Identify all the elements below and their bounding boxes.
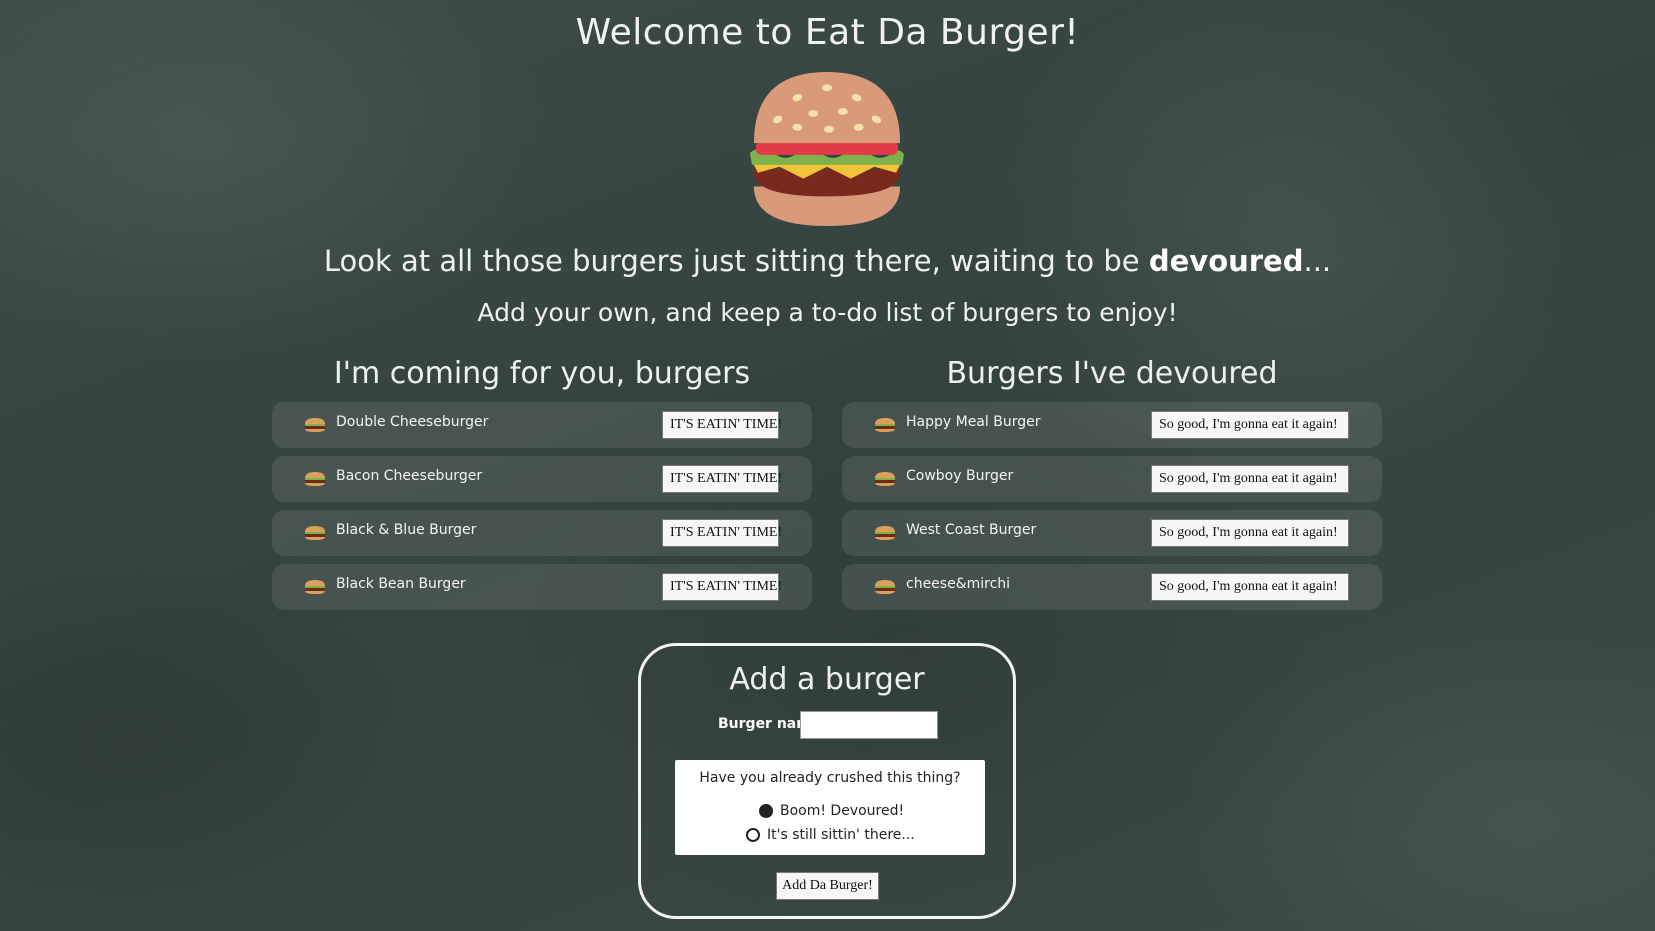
burger-icon <box>875 418 895 432</box>
burger-item: Bacon Cheeseburger IT'S EATIN' TIME! <box>272 456 812 502</box>
eat-again-button[interactable]: So good, I'm gonna eat it again! <box>1151 519 1349 547</box>
devoured-question: Have you already crushed this thing? <box>699 770 961 786</box>
radio-option-waiting[interactable]: It's still sittin' there... <box>746 825 915 845</box>
page: Welcome to Eat Da Burger! Look at all th… <box>0 0 1655 931</box>
radio-option-devoured[interactable]: Boom! Devoured! <box>759 801 904 821</box>
burger-item: West Coast Burger So good, I'm gonna eat… <box>842 510 1382 556</box>
eat-button[interactable]: IT'S EATIN' TIME! <box>662 573 782 601</box>
burger-item: Black Bean Burger IT'S EATIN' TIME! <box>272 564 812 610</box>
subtitle: Add your own, and keep a to-do list of b… <box>477 298 1178 327</box>
eat-again-button[interactable]: So good, I'm gonna eat it again! <box>1151 411 1349 439</box>
burger-icon <box>305 580 325 594</box>
eat-again-button[interactable]: So good, I'm gonna eat it again! <box>1151 465 1349 493</box>
radio-label-devoured: Boom! Devoured! <box>780 803 905 819</box>
lead-prefix: Look at all those burgers just sitting t… <box>323 244 1149 278</box>
burger-icon <box>305 418 325 432</box>
lead-suffix: ... <box>1303 244 1332 278</box>
devoured-heading: Burgers I've devoured <box>946 356 1278 391</box>
hamburger-icon <box>749 71 905 227</box>
burger-name-input[interactable] <box>800 711 938 739</box>
burger-item: Happy Meal Burger So good, I'm gonna eat… <box>842 402 1382 448</box>
eat-button[interactable]: IT'S EATIN' TIME! <box>662 411 782 439</box>
eat-again-button[interactable]: So good, I'm gonna eat it again! <box>1151 573 1349 601</box>
radio-label-waiting: It's still sittin' there... <box>767 827 915 843</box>
burger-name: Happy Meal Burger <box>906 414 1041 430</box>
burger-item: Black & Blue Burger IT'S EATIN' TIME! <box>272 510 812 556</box>
burger-icon <box>305 472 325 486</box>
eat-button[interactable]: IT'S EATIN' TIME! <box>662 519 782 547</box>
radio-button-waiting[interactable] <box>746 828 760 842</box>
burger-name: cheese&mirchi <box>906 576 1011 592</box>
add-burger-form: Add a burger Burger name Have you alread… <box>638 643 1016 919</box>
burger-name: Black Bean Burger <box>336 576 466 592</box>
burger-name: Black & Blue Burger <box>336 522 477 538</box>
lead-bold: devoured <box>1148 244 1304 278</box>
burger-item: Double Cheeseburger IT'S EATIN' TIME! <box>272 402 812 448</box>
page-title: Welcome to Eat Da Burger! <box>575 12 1080 53</box>
add-burger-button[interactable]: Add Da Burger! <box>776 872 879 900</box>
burger-name: West Coast Burger <box>906 522 1037 538</box>
devoured-list: Happy Meal Burger So good, I'm gonna eat… <box>842 402 1382 618</box>
burger-item: cheese&mirchi So good, I'm gonna eat it … <box>842 564 1382 610</box>
burger-icon <box>875 580 895 594</box>
burger-icon <box>875 526 895 540</box>
burger-icon <box>305 526 325 540</box>
to-eat-list: Double Cheeseburger IT'S EATIN' TIME! Ba… <box>272 402 812 618</box>
to-eat-heading: I'm coming for you, burgers <box>333 356 751 391</box>
burger-item: Cowboy Burger So good, I'm gonna eat it … <box>842 456 1382 502</box>
radio-button-devoured[interactable] <box>759 804 773 818</box>
burger-name: Cowboy Burger <box>906 468 1014 484</box>
form-title: Add a burger <box>729 662 925 697</box>
eat-button[interactable]: IT'S EATIN' TIME! <box>662 465 782 493</box>
devoured-radio-group: Have you already crushed this thing? Boo… <box>675 760 985 855</box>
lead-text: Look at all those burgers just sitting t… <box>0 244 1655 278</box>
burger-name: Bacon Cheeseburger <box>336 468 483 484</box>
burger-name: Double Cheeseburger <box>336 414 489 430</box>
burger-icon <box>875 472 895 486</box>
